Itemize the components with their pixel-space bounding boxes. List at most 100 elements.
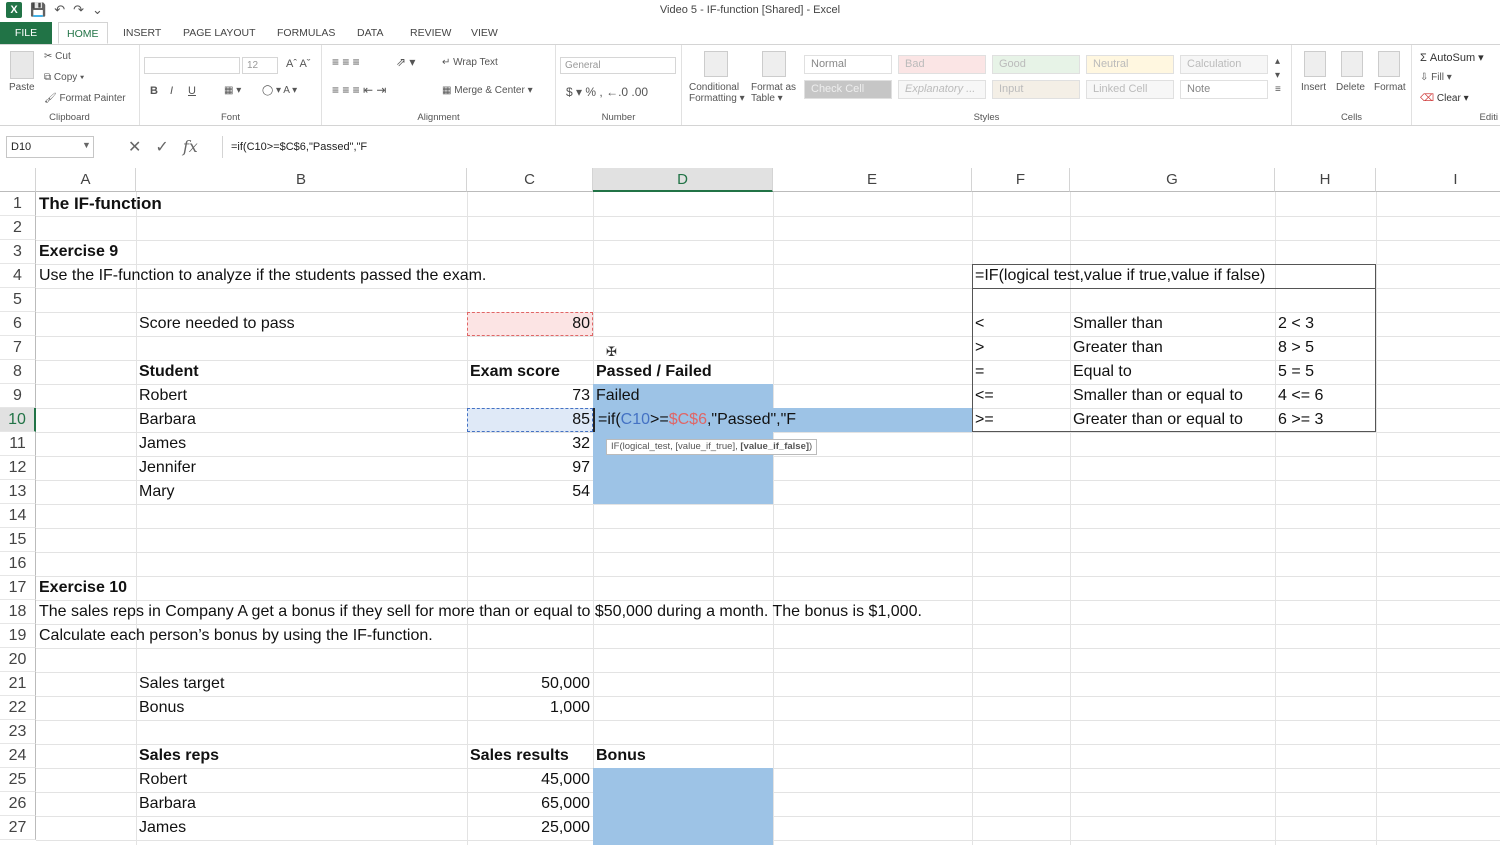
cell-b22[interactable]: Bonus [136,696,187,720]
cell-c8[interactable]: Exam score [467,360,563,384]
student-name[interactable]: James [136,432,189,456]
styles-scroll-icon[interactable]: ▴ ▾ ≡ [1275,55,1281,97]
bold-button[interactable]: B [150,85,158,97]
style-linked-cell[interactable]: Linked Cell [1086,80,1174,99]
cancel-icon[interactable]: ✕ [128,137,141,157]
cell-a19[interactable]: Calculate each person’s bonus by using t… [36,624,436,648]
paste-icon[interactable] [10,51,34,79]
student-name[interactable]: Mary [136,480,178,504]
row-header[interactable]: 18 [0,600,36,624]
number-format-select[interactable]: General [560,57,676,74]
tab-view[interactable]: VIEW [471,22,498,44]
style-neutral[interactable]: Neutral [1086,55,1174,74]
format-button[interactable]: Format [1374,82,1406,93]
style-explanatory[interactable]: Explanatory ... [898,80,986,99]
fill-color-icon[interactable]: ◯ ▾ A ▾ [262,85,297,96]
cell-a4[interactable]: Use the IF-function to analyze if the st… [36,264,489,288]
tab-home[interactable]: HOME [58,22,108,44]
row-header[interactable]: 7 [0,336,36,360]
row-header[interactable]: 2 [0,216,36,240]
delete-button[interactable]: Delete [1336,82,1365,93]
row-header[interactable]: 14 [0,504,36,528]
operator-symbol[interactable]: < [972,312,987,336]
conditional-formatting-icon[interactable] [704,51,728,77]
font-name-select[interactable] [144,57,240,74]
operator-desc[interactable]: Greater than [1070,336,1166,360]
operator-desc[interactable]: Smaller than [1070,312,1166,336]
student-score[interactable]: 73 [467,384,593,408]
operator-example[interactable]: 6 >= 3 [1275,408,1326,432]
number-format-buttons[interactable]: $ ▾ % , ←.0 .00 [566,85,648,99]
row-header[interactable]: 1 [0,192,36,216]
row-header[interactable]: 26 [0,792,36,816]
font-size-select[interactable]: 12 [242,57,278,74]
wrap-text-button[interactable]: ↵ Wrap Text [442,57,498,68]
cell-c21[interactable]: 50,000 [467,672,593,696]
format-painter-button[interactable]: 🖌 Format Painter [44,93,126,104]
cell-a17[interactable]: Exercise 10 [36,576,130,600]
col-header-g[interactable]: G [1070,168,1275,192]
col-header-h[interactable]: H [1275,168,1376,192]
row-header[interactable]: 9 [0,384,36,408]
select-all-corner[interactable] [0,168,36,192]
col-header-d[interactable]: D [593,168,773,192]
row-header[interactable]: 23 [0,720,36,744]
student-score[interactable]: 97 [467,456,593,480]
align-top-icons[interactable]: ≡ ≡ ≡ [332,55,360,69]
paste-button[interactable]: Paste [9,82,35,93]
format-as-table-icon[interactable] [762,51,786,77]
row-header[interactable]: 3 [0,240,36,264]
style-normal[interactable]: Normal [804,55,892,74]
tab-file[interactable]: FILE [0,22,52,44]
merge-center-button[interactable]: ▦ Merge & Center ▾ [442,85,533,96]
col-header-b[interactable]: B [136,168,467,192]
orientation-icon[interactable]: ⇗ ▾ [396,55,415,69]
formula-input[interactable]: =if(C10>=$C$6,"Passed","F [222,136,1500,158]
operator-desc[interactable]: Smaller than or equal to [1070,384,1246,408]
cell-b24[interactable]: Sales reps [136,744,222,768]
cell-a1[interactable]: The IF-function [36,192,165,216]
cell-d8[interactable]: Passed / Failed [593,360,715,384]
tab-formulas[interactable]: FORMULAS [277,22,335,44]
style-good[interactable]: Good [992,55,1080,74]
cell-b8[interactable]: Student [136,360,202,384]
row-header[interactable]: 22 [0,696,36,720]
operator-example[interactable]: 2 < 3 [1275,312,1317,336]
conditional-formatting-button[interactable]: Conditional Formatting ▾ [689,82,745,104]
format-icon[interactable] [1378,51,1400,77]
student-name[interactable]: Jennifer [136,456,199,480]
col-header-i[interactable]: I [1376,168,1500,192]
insert-function-icon[interactable]: fx [183,137,198,157]
style-input[interactable]: Input [992,80,1080,99]
student-score[interactable]: 85 [467,408,593,432]
row-header[interactable]: 16 [0,552,36,576]
cell-d10-editing[interactable]: =if(C10>=$C$6,"Passed","F [593,408,799,432]
style-note[interactable]: Note [1180,80,1268,99]
style-bad[interactable]: Bad [898,55,986,74]
italic-button[interactable]: I [170,85,173,97]
row-header[interactable]: 5 [0,288,36,312]
rep-result[interactable]: 65,000 [467,792,593,816]
student-name[interactable]: Robert [136,384,190,408]
tab-data[interactable]: DATA [357,22,383,44]
row-header[interactable]: 27 [0,816,36,840]
operator-symbol[interactable]: <= [972,384,997,408]
col-header-c[interactable]: C [467,168,593,192]
enter-icon[interactable]: ✓ [155,137,168,157]
cell-b21[interactable]: Sales target [136,672,227,696]
row-header[interactable]: 19 [0,624,36,648]
row-header[interactable]: 11 [0,432,36,456]
insert-icon[interactable] [1304,51,1326,77]
tab-page-layout[interactable]: PAGE LAYOUT [183,22,256,44]
row-header[interactable]: 12 [0,456,36,480]
insert-button[interactable]: Insert [1301,82,1326,93]
cell-d24[interactable]: Bonus [593,744,649,768]
worksheet-grid[interactable]: A B C D E F G H I 1 2 3 4 5 6 7 8 9 10 1… [0,168,1500,845]
operator-desc[interactable]: Equal to [1070,360,1135,384]
cell-a18[interactable]: The sales reps in Company A get a bonus … [36,600,925,624]
row-header[interactable]: 24 [0,744,36,768]
row-header[interactable]: 8 [0,360,36,384]
name-box[interactable]: D10 [6,136,94,158]
rep-result[interactable]: 25,000 [467,816,593,840]
name-box-dropdown-icon[interactable]: ▼ [82,140,91,150]
